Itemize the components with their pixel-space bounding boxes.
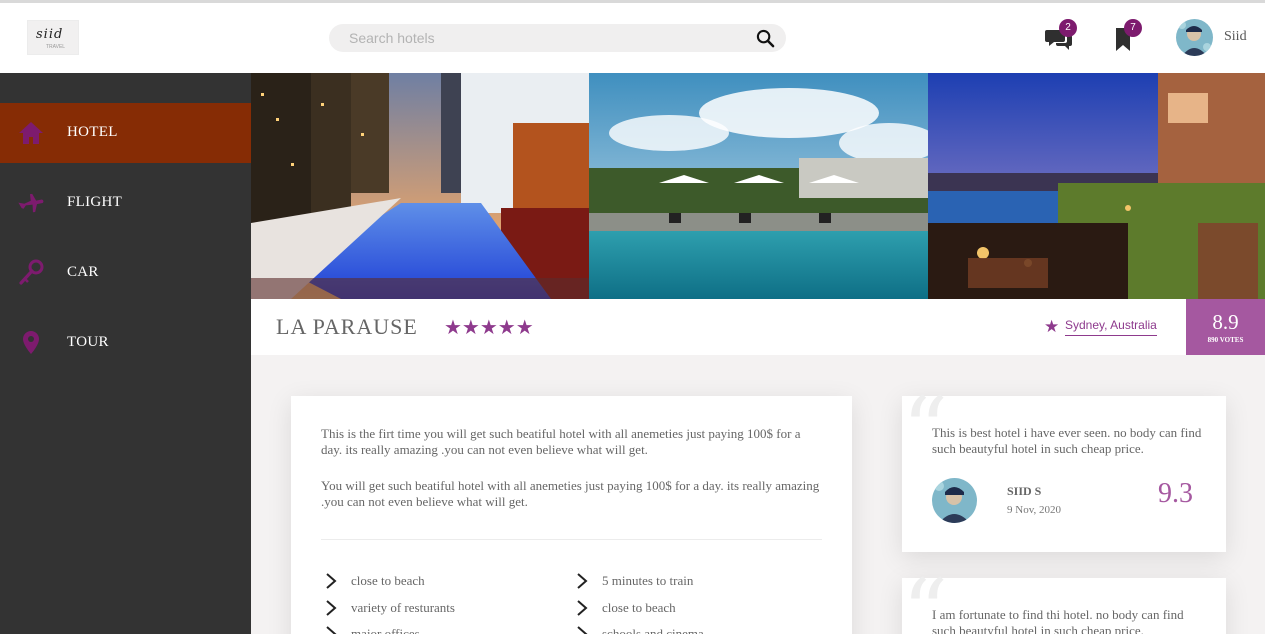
hotel-name: LA PARAUSE	[276, 314, 418, 339]
chevron-right-icon	[326, 573, 337, 589]
logo-text: siid	[36, 27, 64, 42]
sidebar-item-hotel[interactable]: HOTEL	[0, 103, 251, 163]
chevron-right-icon	[577, 573, 588, 589]
hotel-score-box: 8.9 890 VOTES	[1186, 299, 1265, 355]
user-name[interactable]: Siid	[1224, 29, 1247, 45]
hotel-star-rating: ★★★★★	[444, 315, 534, 339]
sidebar-item-label: HOTEL	[67, 124, 118, 140]
gallery-photo-3[interactable]	[928, 73, 1265, 299]
sidebar-item-car[interactable]: CAR	[0, 243, 251, 303]
description-card: This is the firt time you will get such …	[291, 396, 852, 634]
chevron-right-icon	[577, 626, 588, 634]
review-text: I am fortunate to find thi hotel. no bod…	[932, 607, 1184, 634]
sidebar-item-label: CAR	[67, 264, 99, 280]
brand-logo[interactable]: siid TRAVEL	[27, 20, 79, 55]
sidebar-item-label: FLIGHT	[67, 194, 123, 210]
home-icon	[19, 122, 43, 144]
sidebar-item-flight[interactable]: FLIGHT	[0, 173, 251, 233]
description-divider	[321, 539, 822, 540]
search-bar	[329, 24, 786, 52]
review-score: 9.3	[1158, 478, 1193, 509]
description-paragraph-2: You will get such beatiful hotel with al…	[321, 478, 820, 509]
sidebar: HOTEL FLIGHT CAR TOUR	[0, 73, 251, 634]
chevron-right-icon	[577, 600, 588, 616]
feature-item: major offices	[351, 626, 420, 634]
terrace-dusk-image	[928, 73, 1265, 299]
search-icon[interactable]	[756, 29, 775, 48]
key-icon	[19, 259, 44, 285]
hotel-gallery	[251, 73, 1265, 299]
review-date: 9 Nov, 2020	[1007, 504, 1061, 516]
reviewer-avatar-image	[932, 478, 977, 523]
reviewer-avatar[interactable]	[932, 478, 977, 523]
top-header: siid TRAVEL 2 7 Siid	[0, 3, 1265, 73]
search-input[interactable]	[349, 28, 749, 48]
airplane-icon	[18, 193, 44, 213]
review-card: “ I am fortunate to find thi hotel. no b…	[902, 568, 1226, 634]
description-paragraph-1: This is the firt time you will get such …	[321, 426, 801, 457]
gallery-photo-2[interactable]	[589, 73, 928, 299]
hotel-title-bar: LA PARAUSE ★★★★★ ★ Sydney, Australia 8.9…	[251, 299, 1265, 355]
bookmarks-button[interactable]: 7	[1106, 19, 1142, 56]
bookmarks-count-badge: 7	[1124, 19, 1142, 37]
hotel-score: 8.9	[1212, 310, 1239, 334]
chevron-right-icon	[326, 626, 337, 634]
pool-night-image	[251, 73, 589, 299]
review-card: “ This is best hotel i have ever seen. n…	[902, 386, 1226, 552]
feature-item: variety of resturants	[351, 600, 455, 615]
hotel-votes: 890 VOTES	[1207, 336, 1244, 344]
messages-button[interactable]: 2	[1042, 19, 1078, 56]
messages-count-badge: 2	[1059, 19, 1077, 37]
pool-day-image	[589, 73, 928, 299]
feature-item: close to beach	[351, 573, 425, 588]
map-pin-icon	[23, 331, 39, 354]
feature-item: 5 minutes to train	[602, 573, 694, 588]
gallery-photo-1[interactable]	[251, 73, 589, 299]
location-star-icon: ★	[1044, 317, 1060, 337]
location-link[interactable]: Sydney, Australia	[1065, 318, 1157, 336]
feature-item: close to beach	[602, 600, 676, 615]
user-avatar[interactable]	[1176, 19, 1213, 56]
feature-item: schools and cinema	[602, 626, 704, 634]
chevron-right-icon	[326, 600, 337, 616]
logo-subtitle: TRAVEL	[46, 44, 66, 50]
avatar-image	[1176, 19, 1213, 56]
review-text: This is best hotel i have ever seen. no …	[932, 425, 1202, 456]
reviewer-name: SIID S	[1007, 484, 1042, 498]
sidebar-item-tour[interactable]: TOUR	[0, 313, 251, 373]
sidebar-item-label: TOUR	[67, 334, 109, 350]
